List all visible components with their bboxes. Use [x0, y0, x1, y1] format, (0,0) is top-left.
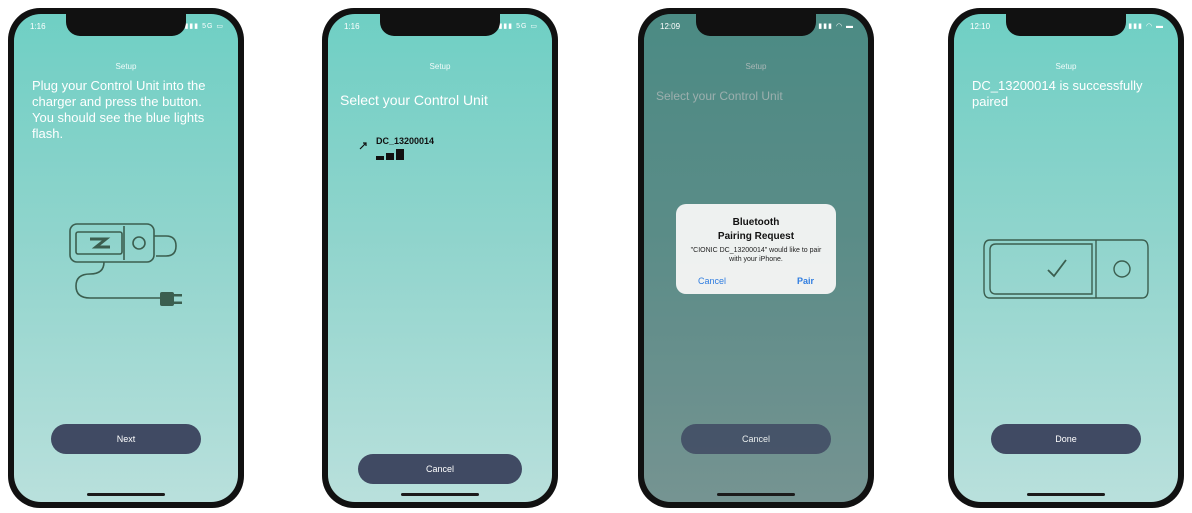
- signal-icon: ▮▮▮: [1128, 23, 1143, 30]
- device-list-item[interactable]: DC_13200014: [358, 136, 434, 160]
- alert-pair-button[interactable]: Pair: [797, 276, 814, 286]
- bluetooth-link-icon: [359, 142, 367, 150]
- signal-icon: ▮▮▮: [818, 23, 833, 30]
- alert-title-line2: Pairing Request: [717, 231, 795, 242]
- onboarding-screens: 1:16 ▮▮▮ 5G ▭ Setup Plug your Control Un…: [0, 0, 1192, 513]
- home-indicator: [1027, 493, 1105, 496]
- home-indicator: [717, 493, 795, 496]
- battery-icon: ▭: [216, 23, 224, 30]
- status-icons: ▮▮▮ 5G ▭: [499, 22, 538, 30]
- page-title: Select your Control Unit: [340, 92, 488, 108]
- alert-actions: Cancel Pair: [676, 272, 836, 294]
- phone-screen-3: 12:09 ▮▮▮ ◠ ▬ Setup Select your Control …: [644, 14, 868, 502]
- notch: [66, 14, 186, 36]
- alert-title-line1: Bluetooth: [732, 217, 780, 228]
- cancel-button[interactable]: Cancel: [681, 424, 831, 454]
- device-name: DC_13200014: [376, 136, 435, 146]
- alert-message: "CIONIC DC_13200014" would like to pair …: [690, 247, 822, 263]
- setup-label: Setup: [115, 62, 137, 71]
- setup-label: Setup: [429, 62, 451, 71]
- phone-frame-3: 12:09 ▮▮▮ ◠ ▬ Setup Select your Control …: [638, 8, 874, 508]
- notch: [696, 14, 816, 36]
- home-indicator: [87, 493, 165, 496]
- signal-icon: ▮▮▮: [498, 23, 514, 30]
- control-unit-check-icon: [983, 239, 1149, 299]
- instruction-text: Plug your Control Unit into the charger …: [32, 78, 206, 141]
- notch: [380, 14, 500, 36]
- phone-frame-4: 12:10 ▮▮▮ ◠ ▬ Setup DC_13200014 is succe…: [948, 8, 1184, 508]
- status-time: 12:09: [660, 22, 681, 31]
- status-time: 12:10: [970, 22, 991, 31]
- status-icons: ▮▮▮ 5G ▭: [185, 22, 224, 30]
- phone-screen-4: 12:10 ▮▮▮ ◠ ▬ Setup DC_13200014 is succe…: [954, 14, 1178, 502]
- charger-plug-icon: [69, 223, 182, 306]
- setup-label: Setup: [1055, 62, 1077, 71]
- phone-frame-1: 1:16 ▮▮▮ 5G ▭ Setup Plug your Control Un…: [8, 8, 244, 508]
- battery-icon: ▬: [1156, 23, 1164, 30]
- wifi-icon: ◠: [835, 23, 844, 30]
- phone-frame-2: 1:16 ▮▮▮ 5G ▭ Setup Select your Control …: [322, 8, 558, 508]
- signal-strength-icon: [376, 149, 434, 160]
- phone-screen-1: 1:16 ▮▮▮ 5G ▭ Setup Plug your Control Un…: [14, 14, 238, 502]
- status-icons: ▮▮▮ ◠ ▬: [818, 22, 854, 30]
- network-label: 5G: [202, 23, 214, 30]
- signal-icon: ▮▮▮: [184, 23, 200, 30]
- battery-icon: ▭: [530, 23, 538, 30]
- success-message: DC_13200014 is successfully paired: [972, 78, 1143, 109]
- done-button[interactable]: Done: [991, 424, 1141, 454]
- alert-cancel-button[interactable]: Cancel: [698, 276, 726, 286]
- notch: [1006, 14, 1126, 36]
- wifi-icon: ◠: [1145, 23, 1154, 30]
- phone-screen-2: 1:16 ▮▮▮ 5G ▭ Setup Select your Control …: [328, 14, 552, 502]
- battery-icon: ▬: [846, 23, 854, 30]
- status-icons: ▮▮▮ ◠ ▬: [1128, 22, 1164, 30]
- next-button[interactable]: Next: [51, 424, 201, 454]
- status-time: 1:16: [344, 22, 360, 31]
- status-time: 1:16: [30, 22, 46, 31]
- cancel-button[interactable]: Cancel: [358, 454, 522, 484]
- bluetooth-pairing-alert: Bluetooth Pairing Request "CIONIC DC_132…: [676, 204, 836, 294]
- network-label: 5G: [516, 23, 528, 30]
- home-indicator: [401, 493, 479, 496]
